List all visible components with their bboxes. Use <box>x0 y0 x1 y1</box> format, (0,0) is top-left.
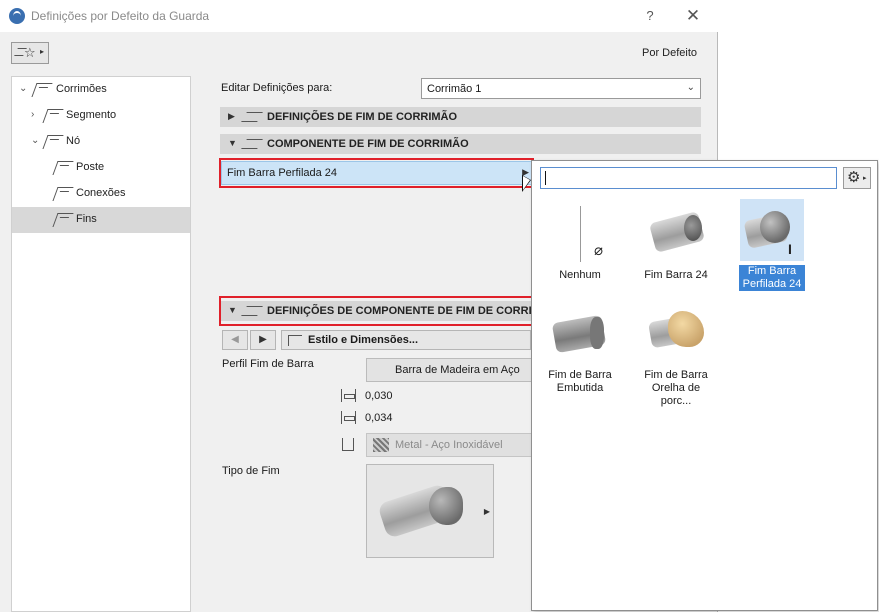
option-nenhum[interactable]: ⌀ Nenhum <box>547 203 613 282</box>
tree-item-poste[interactable]: Poste <box>12 155 190 181</box>
end-cap-graphic <box>429 487 463 525</box>
end-cap-graphic <box>590 317 604 349</box>
tree-item-label: Conexões <box>76 187 126 199</box>
tree-item-label: Corrimões <box>56 83 107 95</box>
width-icon <box>341 389 356 402</box>
close-button[interactable]: ✕ <box>683 6 703 26</box>
panel-title: COMPONENTE DE FIM DE CORRIMÃO <box>267 138 469 150</box>
menu-arrow-icon: ▸ <box>40 47 45 56</box>
hole-graphic <box>684 215 702 241</box>
menu-arrow-icon: ▸ <box>863 175 867 182</box>
tree-item-conexoes[interactable]: Conexões <box>12 181 190 207</box>
profile-button[interactable]: Barra de Madeira em Aço <box>366 358 534 382</box>
option-caption: Fim de Barra Embutida <box>548 369 612 394</box>
profile-i-beam-icon: I <box>788 241 792 257</box>
favorites-button[interactable]: ☆ ▸ <box>11 42 49 64</box>
edit-settings-select[interactable]: Corrimão 1 ⌄ <box>421 78 701 99</box>
search-input[interactable] <box>540 167 837 189</box>
edit-settings-label: Editar Definições para: <box>221 82 333 94</box>
option-fim-barra-embutida[interactable]: Fim de Barra Embutida <box>547 303 613 395</box>
option-fim-barra-24[interactable]: Fim Barra 24 <box>643 203 709 282</box>
option-fim-barra-orelha[interactable]: Fim de Barra Orelha de porc... <box>643 303 709 408</box>
tree-item-label: Fins <box>76 213 97 225</box>
end-type-preview[interactable]: ▶ <box>366 464 494 558</box>
style-dimensions-label: Estilo e Dimensões... <box>308 334 419 346</box>
tree-item-fins[interactable]: Fins <box>12 207 190 233</box>
next-page-button[interactable]: ▶ <box>250 330 276 350</box>
thumbnail <box>644 303 708 365</box>
tree-item-label: Nó <box>66 135 81 147</box>
highlight-box-panel <box>219 296 534 326</box>
gear-icon: ⚙ <box>847 169 861 186</box>
connections-icon <box>52 187 74 201</box>
thumbnail <box>548 303 612 365</box>
panel-end-settings[interactable]: ▶ DEFINIÇÕES DE FIM DE CORRIMÃO <box>220 107 701 127</box>
tree-item-corrimoes[interactable]: ⌄ Corrimões <box>12 77 190 103</box>
help-button[interactable]: ? <box>640 6 660 26</box>
segment-icon <box>42 109 64 123</box>
end-cap-graphic <box>760 211 790 243</box>
style-icon <box>288 335 302 346</box>
railing-end-icon <box>241 112 263 122</box>
material-swatch-icon <box>373 438 389 452</box>
option-caption: Nenhum <box>559 269 601 281</box>
none-symbol-icon: ⌀ <box>594 242 604 259</box>
tree-item-label: Poste <box>76 161 105 173</box>
height-value[interactable]: 0,034 <box>365 412 393 424</box>
end-type-label: Tipo de Fim <box>222 465 280 477</box>
star-icon: ☆ <box>24 45 36 60</box>
expand-down-icon[interactable]: ⌄ <box>19 83 27 94</box>
post-icon <box>52 161 74 175</box>
option-fim-barra-perfilada-24[interactable]: I Fim Barra Perfilada 24 <box>739 199 805 291</box>
node-icon <box>42 135 64 149</box>
option-caption: Fim Barra Perfilada 24 <box>739 265 805 291</box>
panel-end-component[interactable]: ▼ COMPONENTE DE FIM DE CORRIMÃO <box>220 134 701 154</box>
structure-tree: ⌄ Corrimões › Segmento ⌄ Nó Poste Conexõ… <box>11 76 191 612</box>
profile-value: Barra de Madeira em Aço <box>395 364 520 376</box>
app-logo-icon <box>9 8 25 24</box>
height-icon <box>341 411 356 424</box>
prev-page-button[interactable]: ◀ <box>222 330 248 350</box>
tree-item-no[interactable]: ⌄ Nó <box>12 129 190 155</box>
thumbnail: I <box>740 199 804 261</box>
width-value[interactable]: 0,030 <box>365 390 393 402</box>
chevron-down-icon: ⌄ <box>686 82 695 93</box>
arrow-right-icon: ▶ <box>259 334 267 345</box>
edit-settings-value: Corrimão 1 <box>427 83 482 95</box>
expand-down-icon[interactable]: ⌄ <box>31 135 39 146</box>
option-caption: Fim Barra 24 <box>644 269 708 281</box>
tree-item-label: Segmento <box>66 109 117 121</box>
paint-bucket-icon <box>342 438 354 451</box>
popup-arrow-icon: ▶ <box>483 507 490 516</box>
mouse-cursor-icon <box>523 176 530 190</box>
thumbnail <box>644 203 708 265</box>
ends-icon <box>52 213 74 227</box>
window-title: Definições por Defeito da Guarda <box>31 9 210 23</box>
railing-end-icon <box>241 139 263 149</box>
option-caption: Fim de Barra Orelha de porc... <box>644 369 708 407</box>
profile-label: Perfil Fim de Barra <box>222 358 314 370</box>
component-picker-popup: ⚙ ▸ ⌀ Nenhum Fim Barra 24 I Fim Barra Pe… <box>531 160 878 611</box>
highlight-box-selector <box>219 158 534 188</box>
title-bar: Definições por Defeito da Guarda ? ✕ <box>0 0 718 32</box>
collapsed-triangle-icon: ▶ <box>228 111 235 121</box>
settings-menu-button[interactable]: ⚙ ▸ <box>843 167 871 189</box>
expand-right-icon[interactable]: › <box>31 109 34 120</box>
panel-title: DEFINIÇÕES DE FIM DE CORRIMÃO <box>267 111 458 123</box>
material-value: Metal - Aço Inoxidável <box>395 439 503 451</box>
tree-item-segmento[interactable]: › Segmento <box>12 103 190 129</box>
expanded-triangle-icon: ▼ <box>228 138 237 148</box>
arrow-left-icon: ◀ <box>231 334 239 345</box>
style-dimensions-button[interactable]: Estilo e Dimensões... <box>281 330 531 350</box>
text-caret <box>545 171 546 185</box>
material-button[interactable]: Metal - Aço Inoxidável <box>366 433 534 457</box>
preset-label: Por Defeito <box>642 47 698 59</box>
line-graphic <box>580 206 581 262</box>
handrail-icon <box>31 83 53 97</box>
wood-cap-graphic <box>668 311 704 347</box>
thumbnail: ⌀ <box>548 203 612 265</box>
